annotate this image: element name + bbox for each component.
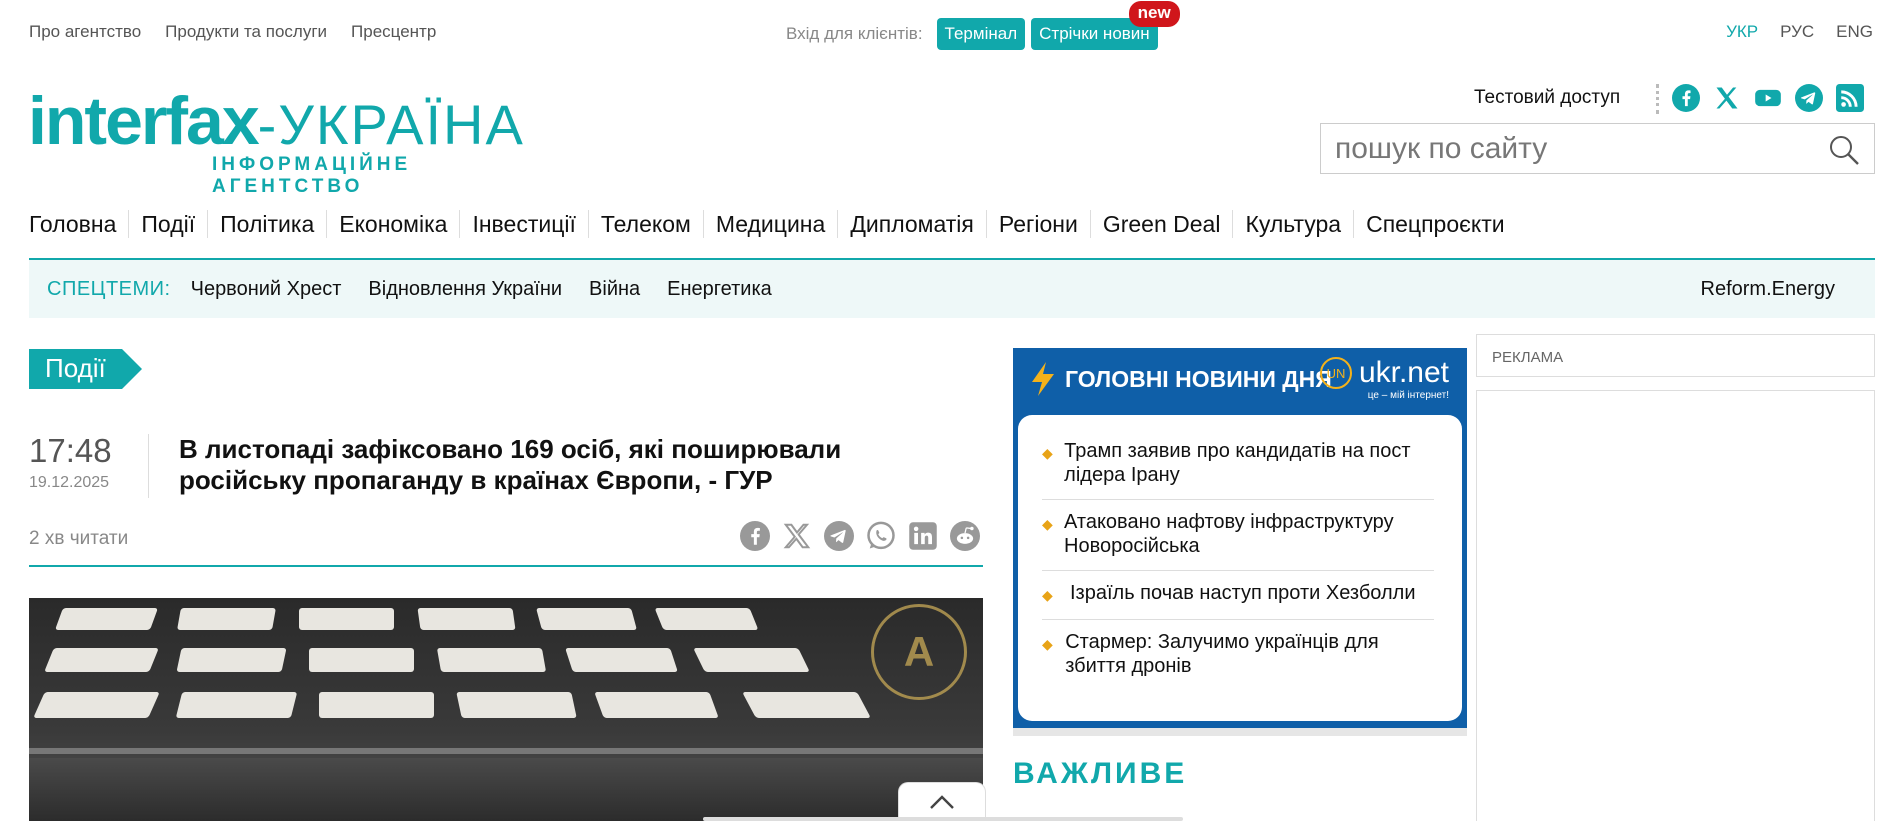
main-nav: Головна Події Політика Економіка Інвести… <box>29 210 1517 238</box>
scroll-to-top-button[interactable] <box>898 782 986 821</box>
article-category[interactable]: Події <box>29 349 142 389</box>
top-news-item-text: Ізраїль почав наступ проти Хезболли <box>1070 582 1416 604</box>
diamond-icon: ◆ <box>1042 445 1053 461</box>
nav-investments[interactable]: Інвестиції <box>459 210 587 238</box>
article-headline: В листопаді зафіксовано 169 осіб, які по… <box>179 434 842 495</box>
list-item[interactable]: ◆ Ізраїль почав наступ проти Хезболли <box>1042 571 1434 620</box>
special-topics-bar: СПЕЦТЕМИ: Червоний Хрест Відновлення Укр… <box>29 260 1875 318</box>
article-meta-divider <box>29 565 983 567</box>
chevron-up-icon <box>930 795 954 809</box>
nav-telecom[interactable]: Телеком <box>587 210 703 238</box>
topic-war[interactable]: Війна <box>589 278 640 301</box>
ad-label: РЕКЛАМА <box>1476 334 1875 377</box>
site-search <box>1320 123 1875 174</box>
nav-culture[interactable]: Культура <box>1232 210 1353 238</box>
top-news-shadow <box>1013 728 1467 736</box>
news-feeds-label: Стрічки новин <box>1039 24 1150 43</box>
logo-subtitle: ІНФОРМАЦІЙНЕ АГЕНТСТВО <box>212 154 412 197</box>
list-item[interactable]: ◆ Трамп заявив про кандидатів на пост лід… <box>1042 429 1434 500</box>
reform-energy-link[interactable]: Reform.Energy <box>1701 278 1836 301</box>
logo-word: interfax <box>28 83 260 159</box>
lang-rus[interactable]: РУС <box>1780 22 1814 42</box>
top-news-item-text: Трамп заявив про кандидатів на пост ліде… <box>1064 440 1411 486</box>
read-time: 2 хв читати <box>29 528 129 549</box>
logo-country: -УКРАЇНА <box>257 93 525 156</box>
time-separator <box>148 434 149 498</box>
youtube-icon[interactable] <box>1754 84 1782 112</box>
top-news-list: ◆ Трамп заявив про кандидатів на пост лід… <box>1018 415 1462 721</box>
top-bar: Про агентство Продукти та послуги Пресце… <box>29 1 1873 50</box>
header-divider <box>1656 84 1659 114</box>
nav-politics[interactable]: Політика <box>207 210 326 238</box>
client-login: Вхід для клієнтів: Термінал Стрічки нови… <box>786 1 1180 50</box>
nav-regions[interactable]: Регіони <box>985 210 1090 238</box>
nav-home[interactable]: Головна <box>29 210 128 238</box>
logo-wordmark: interfax-УКРАЇНА <box>28 82 525 160</box>
x-icon[interactable] <box>1713 84 1741 112</box>
topic-reconstruction[interactable]: Відновлення України <box>368 278 562 301</box>
search-input[interactable] <box>1321 131 1801 166</box>
terminal-button[interactable]: Термінал <box>936 18 1026 50</box>
search-icon[interactable] <box>1828 134 1860 166</box>
telegram-icon[interactable] <box>1795 84 1823 112</box>
lang-eng[interactable]: ENG <box>1836 22 1873 42</box>
article-time: 17:48 <box>29 432 112 469</box>
site-logo[interactable]: interfax-УКРАЇНА ІНФОРМАЦІЙНЕ АГЕНТСТВО <box>28 70 568 197</box>
ambassador-watermark: A <box>871 604 967 700</box>
topic-red-cross[interactable]: Червоний Хрест <box>191 278 342 301</box>
facebook-icon[interactable] <box>1672 84 1700 112</box>
diamond-icon: ◆ <box>1042 516 1053 532</box>
top-news-item-text: Атаковано нафтову інфраструктуру Новорос… <box>1064 511 1394 557</box>
lang-ukr[interactable]: УКР <box>1726 22 1758 42</box>
test-access-link[interactable]: Тестовий доступ <box>1474 87 1620 109</box>
whatsapp-icon[interactable] <box>866 521 896 551</box>
ukrnet-logo[interactable]: UN ukr.net це – мій інтернет! <box>1319 356 1449 401</box>
x-icon[interactable] <box>782 521 812 551</box>
list-item[interactable]: ◆ Стармер: Залучимо українців для збиття … <box>1042 620 1434 690</box>
nav-special-projects[interactable]: Спецпроєкти <box>1353 210 1517 238</box>
lightning-icon <box>1032 362 1054 396</box>
language-switcher: УКР РУС ENG <box>1726 22 1873 42</box>
top-link-press[interactable]: Пресцентр <box>351 22 436 42</box>
ukrnet-slogan: це – мій інтернет! <box>1367 390 1449 401</box>
article-photo: A <box>29 598 983 821</box>
top-links: Про агентство Продукти та послуги Пресце… <box>29 22 436 42</box>
top-news-box: ГОЛОВНІ НОВИНИ ДНЯ UN ukr.net це – мій і… <box>1013 348 1467 728</box>
top-news-header: ГОЛОВНІ НОВИНИ ДНЯ <box>1029 362 1332 396</box>
top-link-about[interactable]: Про агентство <box>29 22 141 42</box>
social-links <box>1672 84 1864 112</box>
list-item[interactable]: ◆ Атаковано нафтову інфраструктуру Новоро… <box>1042 500 1434 571</box>
new-badge: new <box>1128 1 1180 27</box>
ukrnet-icon: UN <box>1319 357 1352 389</box>
linkedin-icon[interactable] <box>908 521 938 551</box>
client-login-label: Вхід для клієнтів: <box>786 24 923 43</box>
nav-economy[interactable]: Економіка <box>326 210 459 238</box>
important-heading: ВАЖЛИВЕ <box>1013 757 1188 790</box>
article-date: 19.12.2025 <box>29 474 110 491</box>
nav-diplomacy[interactable]: Дипломатія <box>837 210 986 238</box>
top-link-products[interactable]: Продукти та послуги <box>165 22 327 42</box>
top-news-title: ГОЛОВНІ НОВИНИ ДНЯ <box>1065 365 1332 392</box>
bottom-bar <box>703 817 1183 821</box>
share-buttons <box>740 521 980 551</box>
ukrnet-name: ukr.net <box>1358 356 1449 389</box>
category-tag: Події <box>29 349 142 389</box>
special-topics-label: СПЕЦТЕМИ: <box>47 277 171 300</box>
diamond-icon: ◆ <box>1042 636 1053 652</box>
news-feeds-button[interactable]: Стрічки новин new <box>1031 1 1180 50</box>
nav-events[interactable]: Події <box>128 210 207 238</box>
diamond-icon: ◆ <box>1042 587 1053 603</box>
svg-text:UN: UN <box>1327 366 1346 381</box>
nav-medicine[interactable]: Медицина <box>702 210 838 238</box>
facebook-icon[interactable] <box>740 521 770 551</box>
nav-green-deal[interactable]: Green Deal <box>1089 210 1233 238</box>
rss-icon[interactable] <box>1836 84 1864 112</box>
topic-energy[interactable]: Енергетика <box>667 278 772 301</box>
telegram-icon[interactable] <box>824 521 854 551</box>
reddit-icon[interactable] <box>950 521 980 551</box>
ad-slot <box>1476 390 1875 821</box>
top-news-item-text: Стармер: Залучимо українців для збиття д… <box>1065 631 1379 677</box>
